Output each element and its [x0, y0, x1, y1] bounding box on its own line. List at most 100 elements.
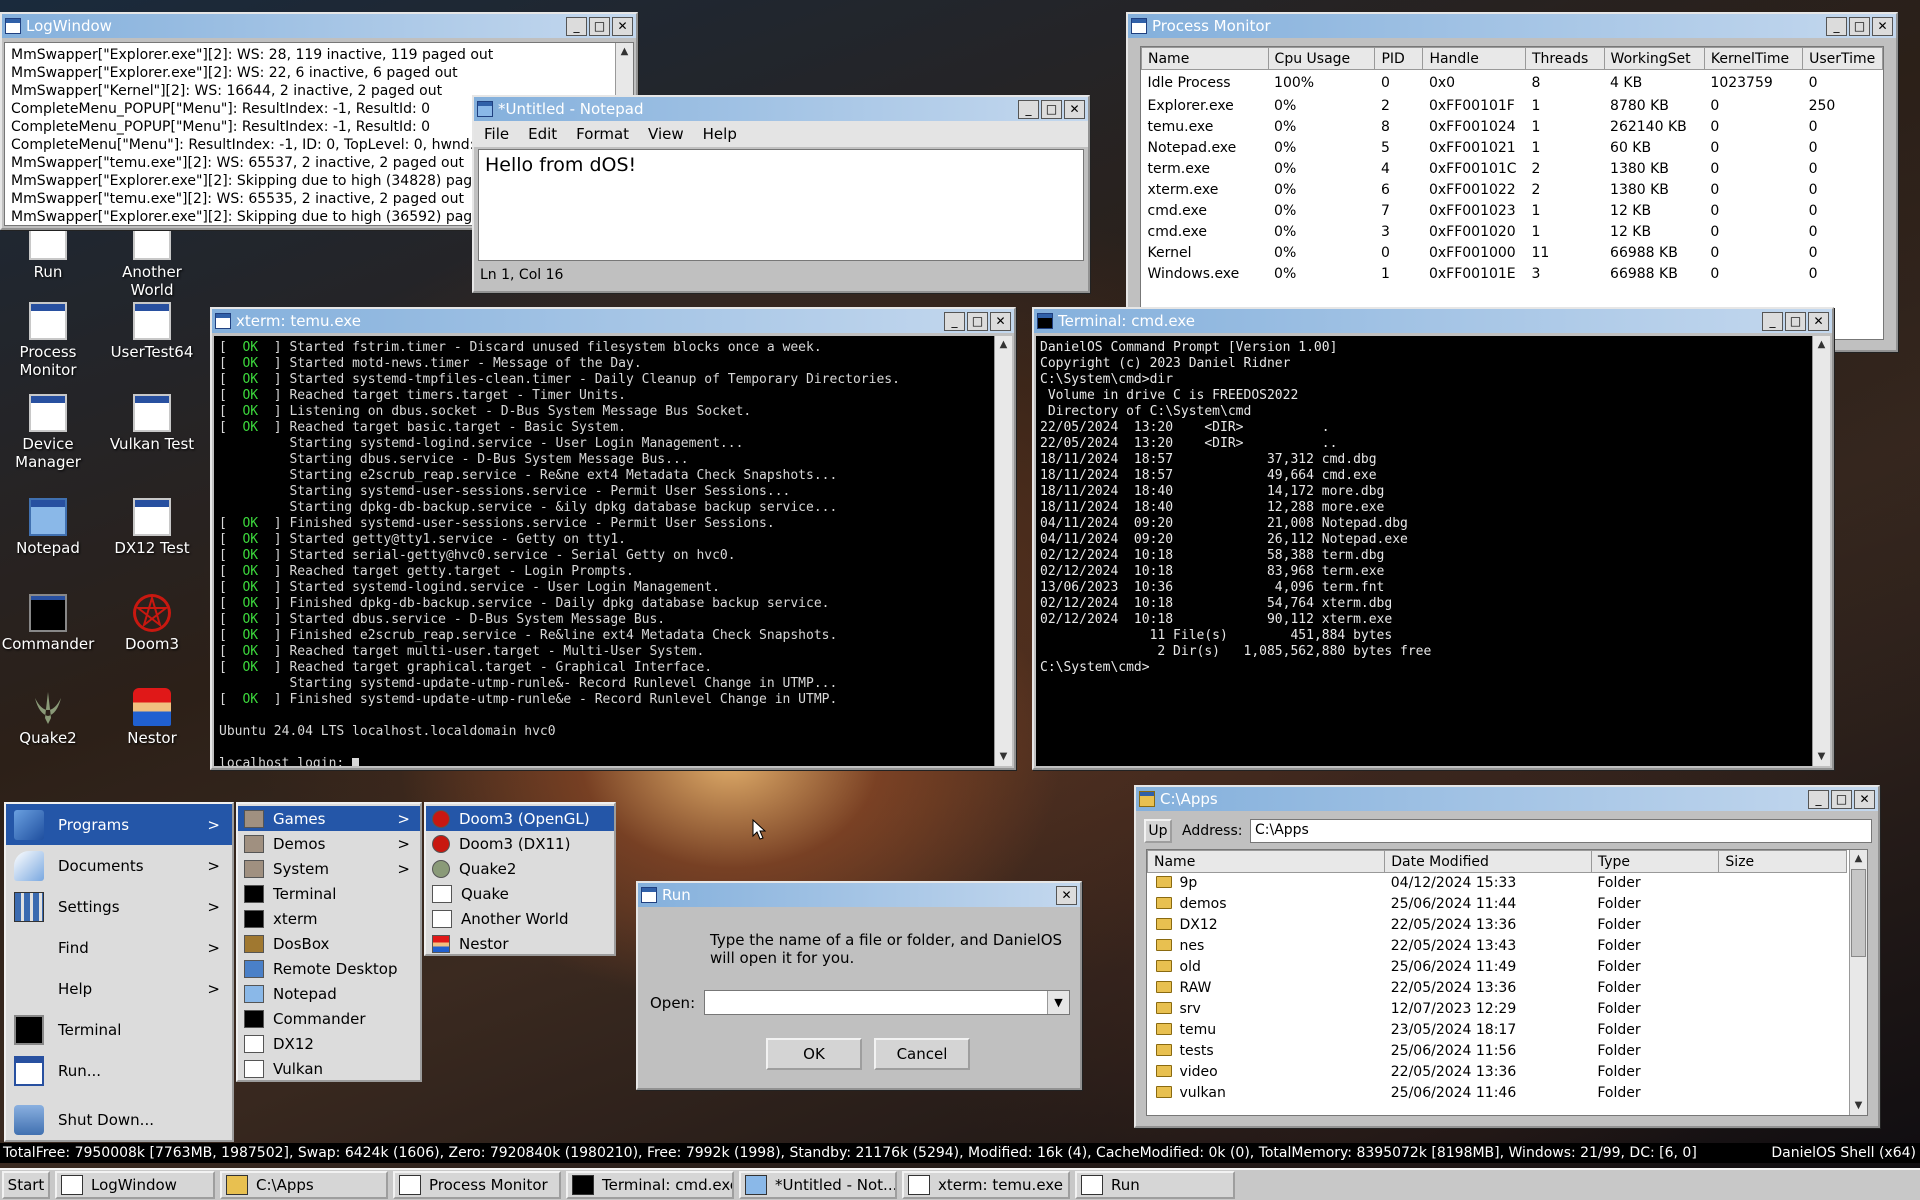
games-item-nestor[interactable]: Nestor: [426, 931, 614, 956]
menu-help[interactable]: Help: [703, 125, 737, 143]
xterm-console[interactable]: [ OK ] Started fstrim.timer - Discard un…: [214, 336, 994, 766]
close-button[interactable]: ✕: [1808, 311, 1829, 331]
column-header[interactable]: Name: [1147, 850, 1386, 873]
taskbar-button-6[interactable]: Run: [1075, 1171, 1235, 1199]
explorer-scrollbar[interactable]: ▲ ▼: [1849, 850, 1867, 1115]
cmd-scrollbar[interactable]: ▲ ▼: [1812, 336, 1830, 766]
column-header[interactable]: WorkingSet: [1603, 47, 1705, 70]
logwindow-titlebar[interactable]: LogWindow _ □ ✕: [2, 14, 636, 38]
table-row[interactable]: Windows.exe 0% 1 0xFF00101E 3 66988 KB 0 0: [1142, 264, 1883, 285]
maximize-button[interactable]: □: [1785, 311, 1806, 331]
file-row[interactable]: srv 12/07/2023 12:29 Folder: [1148, 999, 1847, 1020]
column-header[interactable]: UserTime: [1802, 47, 1883, 70]
taskbar-button-3[interactable]: Terminal: cmd.exe: [566, 1171, 734, 1199]
desktop-run[interactable]: Run: [0, 222, 98, 281]
maximize-button[interactable]: □: [589, 16, 610, 36]
scroll-down-icon[interactable]: ▼: [1813, 748, 1830, 766]
programs-item-xterm[interactable]: xterm: [238, 906, 420, 931]
file-row[interactable]: 9p 04/12/2024 15:33 Folder: [1148, 873, 1847, 894]
column-header[interactable]: Name: [1141, 47, 1269, 70]
table-row[interactable]: term.exe 0% 4 0xFF00101C 2 1380 KB 0 0: [1142, 159, 1883, 180]
menu-edit[interactable]: Edit: [528, 125, 557, 143]
taskbar-button-0[interactable]: LogWindow: [55, 1171, 215, 1199]
run-titlebar[interactable]: Run ✕: [638, 883, 1080, 907]
file-row[interactable]: vulkan 25/06/2024 11:46 Folder: [1148, 1083, 1847, 1104]
games-item-doom3dx11[interactable]: Doom3 (DX11): [426, 831, 614, 856]
start-button[interactable]: Start: [2, 1171, 50, 1199]
menu-format[interactable]: Format: [576, 125, 629, 143]
scroll-up-icon[interactable]: ▲: [1850, 850, 1867, 868]
programs-item-vulkan[interactable]: Vulkan: [238, 1056, 420, 1081]
column-header[interactable]: Size: [1718, 850, 1847, 873]
maximize-button[interactable]: □: [1041, 99, 1062, 119]
desktop-doom3[interactable]: Doom3: [102, 594, 202, 653]
scroll-down-icon[interactable]: ▼: [1850, 1097, 1867, 1115]
programs-item-dosbox[interactable]: DosBox: [238, 931, 420, 956]
desktop-notepad[interactable]: Notepad: [0, 498, 98, 557]
column-header[interactable]: Handle: [1422, 47, 1526, 70]
table-row[interactable]: Kernel 0% 0 0xFF001000 11 66988 KB 0 0: [1142, 243, 1883, 264]
scroll-thumb[interactable]: [1851, 869, 1866, 957]
ok-button[interactable]: OK: [766, 1038, 862, 1070]
programs-item-remotedesktop[interactable]: Remote Desktop: [238, 956, 420, 981]
desktop-quake2[interactable]: Quake2: [0, 688, 98, 747]
table-row[interactable]: cmd.exe 0% 7 0xFF001023 1 12 KB 0 0: [1142, 201, 1883, 222]
process-monitor-titlebar[interactable]: Process Monitor _ □ ✕: [1128, 14, 1896, 38]
menu-view[interactable]: View: [648, 125, 684, 143]
menu-file[interactable]: File: [484, 125, 509, 143]
programs-item-demos[interactable]: Demos >: [238, 831, 420, 856]
table-row[interactable]: cmd.exe 0% 3 0xFF001020 1 12 KB 0 0: [1142, 222, 1883, 243]
close-button[interactable]: ✕: [1056, 885, 1077, 905]
notepad-window[interactable]: *Untitled - Notepad _ □ ✕ File Edit Format Vie…: [472, 95, 1090, 293]
minimize-button[interactable]: _: [1808, 789, 1829, 809]
cmd-titlebar[interactable]: Terminal: cmd.exe _ □ ✕: [1034, 309, 1832, 333]
column-header[interactable]: KernelTime: [1703, 47, 1804, 70]
start-item-find[interactable]: Find >: [6, 927, 232, 968]
start-item-documents[interactable]: Documents >: [6, 845, 232, 886]
up-button[interactable]: Up: [1144, 819, 1172, 843]
desktop-commander[interactable]: Commander: [0, 594, 98, 653]
programs-item-terminal[interactable]: Terminal: [238, 881, 420, 906]
column-header[interactable]: Threads: [1525, 47, 1605, 70]
table-row[interactable]: temu.exe 0% 8 0xFF001024 1 262140 KB 0 0: [1142, 117, 1883, 138]
taskbar-button-1[interactable]: C:\Apps: [220, 1171, 388, 1199]
notepad-textarea[interactable]: Hello from dOS!: [478, 149, 1084, 261]
start-item-programs[interactable]: Programs >: [6, 804, 232, 845]
scroll-up-icon[interactable]: ▲: [616, 43, 633, 61]
start-item-terminal[interactable]: Terminal: [6, 1009, 232, 1050]
file-row[interactable]: DX12 22/05/2024 13:36 Folder: [1148, 915, 1847, 936]
xterm-titlebar[interactable]: xterm: temu.exe _ □ ✕: [212, 309, 1014, 333]
desktop-device-manager[interactable]: Device Manager: [0, 394, 98, 471]
desktop-vulkan-test[interactable]: Vulkan Test: [102, 394, 202, 453]
desktop-another-world[interactable]: Another World: [102, 222, 202, 299]
programs-item-games[interactable]: Games >: [238, 806, 420, 831]
file-row[interactable]: old 25/06/2024 11:49 Folder: [1148, 957, 1847, 978]
games-item-quake[interactable]: Quake: [426, 881, 614, 906]
explorer-window[interactable]: C:\Apps _ □ ✕ Up Address: C:\Apps Name Date …: [1134, 785, 1880, 1128]
table-row[interactable]: Explorer.exe 0% 2 0xFF00101F 1 8780 KB 0 250: [1142, 96, 1883, 117]
programs-item-system[interactable]: System >: [238, 856, 420, 881]
desktop-usertest64[interactable]: UserTest64: [102, 302, 202, 361]
taskbar-button-4[interactable]: *Untitled - Not...: [739, 1171, 897, 1199]
explorer-titlebar[interactable]: C:\Apps _ □ ✕: [1136, 787, 1878, 811]
column-header[interactable]: Date Modified: [1384, 850, 1592, 873]
maximize-button[interactable]: □: [967, 311, 988, 331]
programs-item-notepad[interactable]: Notepad: [238, 981, 420, 1006]
maximize-button[interactable]: □: [1831, 789, 1852, 809]
file-row[interactable]: video 22/05/2024 13:36 Folder: [1148, 1062, 1847, 1083]
address-field[interactable]: C:\Apps: [1250, 819, 1872, 843]
taskbar-button-5[interactable]: xterm: temu.exe: [902, 1171, 1070, 1199]
table-row[interactable]: Notepad.exe 0% 5 0xFF001021 1 60 KB 0 0: [1142, 138, 1883, 159]
xterm-scrollbar[interactable]: ▲ ▼: [994, 336, 1012, 766]
table-row[interactable]: xterm.exe 0% 6 0xFF001022 2 1380 KB 0 0: [1142, 180, 1883, 201]
minimize-button[interactable]: _: [1018, 99, 1039, 119]
column-header[interactable]: Cpu Usage: [1267, 47, 1376, 70]
programs-item-commander[interactable]: Commander: [238, 1006, 420, 1031]
login-prompt-line[interactable]: localhost login:: [219, 756, 994, 766]
table-row[interactable]: Idle Process 100% 0 0x0 8 4 KB 1023759 0: [1142, 70, 1883, 96]
minimize-button[interactable]: _: [1762, 311, 1783, 331]
close-button[interactable]: ✕: [1872, 16, 1893, 36]
cmd-window[interactable]: Terminal: cmd.exe _ □ ✕ DanielOS Command Pr…: [1032, 307, 1834, 770]
start-item-settings[interactable]: Settings >: [6, 886, 232, 927]
games-item-doom3opengl[interactable]: Doom3 (OpenGL): [426, 806, 614, 831]
